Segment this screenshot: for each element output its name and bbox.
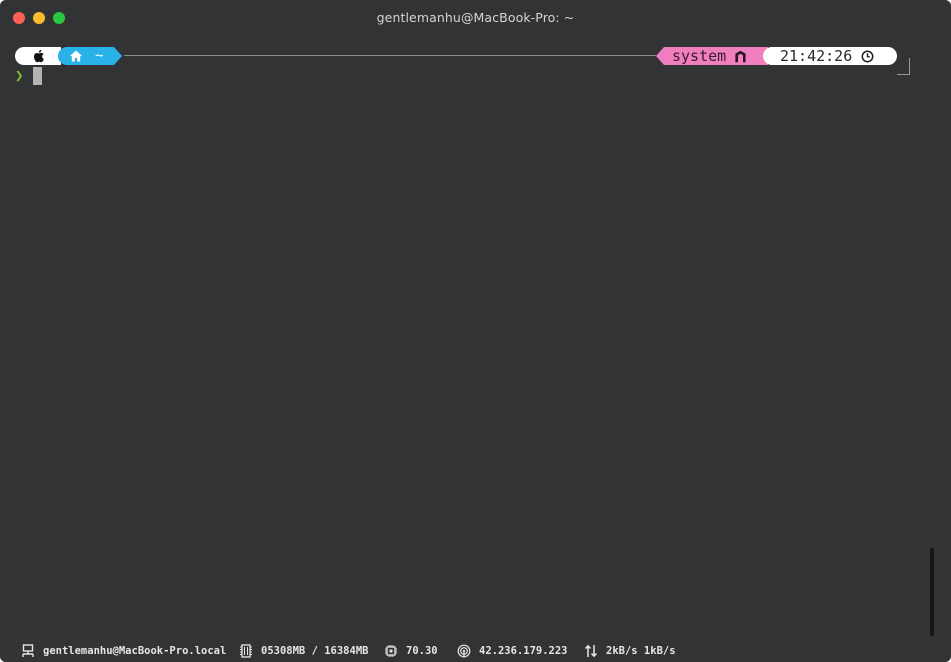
time-segment: 21:42:26	[763, 47, 897, 65]
apple-icon	[33, 49, 44, 63]
terminal-window: gentlemanhu@MacBook-Pro: ~ ~ system 21:4…	[0, 0, 951, 662]
status-ip: 42.236.179.223	[479, 645, 568, 657]
window-title: gentlemanhu@MacBook-Pro: ~	[376, 10, 575, 25]
node-icon	[735, 50, 746, 63]
status-memory: 05308MB / 16384MB	[261, 645, 369, 657]
prompt-time: 21:42:26	[780, 47, 853, 65]
updown-arrows-icon	[584, 644, 598, 658]
context-label: system	[672, 47, 727, 65]
prompt-char: ❯	[15, 68, 24, 84]
status-host: gentlemanhu@MacBook-Pro.local	[43, 645, 227, 657]
status-traffic: 2kB/s 1kB/s	[606, 645, 676, 657]
wifi-icon	[457, 644, 471, 658]
cpu-icon	[385, 645, 397, 657]
text-cursor	[33, 67, 42, 85]
directory-segment: ~	[58, 47, 114, 65]
context-segment: system	[664, 47, 768, 65]
command-line[interactable]: ❯	[0, 66, 951, 86]
memory-icon	[240, 644, 252, 658]
network-icon	[22, 644, 34, 657]
os-segment	[15, 47, 61, 65]
title-bar: gentlemanhu@MacBook-Pro: ~	[0, 0, 951, 37]
context-segment-arrow	[656, 47, 664, 65]
directory-segment-arrow	[114, 47, 122, 65]
clock-icon	[861, 50, 874, 63]
scrollbar[interactable]	[930, 548, 934, 636]
prompt-filler-line	[124, 55, 656, 56]
home-icon	[70, 50, 82, 62]
status-bar: gentlemanhu@MacBook-Pro.local 05308MB / …	[0, 640, 951, 662]
current-path: ~	[95, 48, 104, 64]
status-cpu: 70.30	[406, 645, 438, 657]
prompt-line: ~ system 21:42:26	[0, 46, 951, 75]
